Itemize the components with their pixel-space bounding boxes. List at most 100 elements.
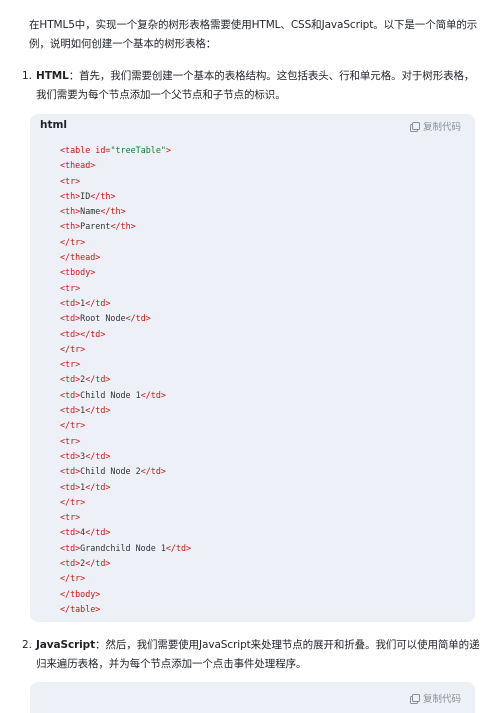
code-tag: <td> — [60, 374, 81, 385]
code-line: <td>1</td> — [60, 403, 191, 418]
code-tag: </tr> — [60, 420, 86, 431]
step-title: HTML — [36, 70, 69, 82]
code-tag: <td> — [60, 328, 81, 339]
code-tag: </td> — [140, 466, 166, 477]
step-number: 1. — [22, 70, 32, 82]
code-line: <td>Child Node 1</td> — [60, 388, 191, 403]
step-number: 2. — [22, 639, 32, 651]
code-tag: </tbody> — [60, 588, 101, 599]
code-text: ID — [80, 190, 91, 201]
code-attr: id= — [90, 145, 111, 155]
code-tag: </td> — [85, 558, 111, 569]
code-tag: </th> — [110, 221, 136, 232]
copy-icon — [409, 121, 420, 132]
code-tag: </td> — [85, 481, 111, 492]
page: 在HTML5中，实现一个复杂的树形表格需要使用HTML、CSS和JavaScri… — [0, 0, 504, 713]
code-tag: <tr> — [60, 175, 81, 186]
code-tag: </td> — [85, 297, 111, 308]
code-line: </tr> — [60, 571, 191, 586]
code-tag: <td> — [60, 405, 81, 416]
code-tag: </td> — [80, 328, 106, 339]
code-tag: </td> — [165, 542, 192, 553]
code-tag: </td> — [125, 313, 151, 324]
code-tag: </td> — [85, 374, 111, 385]
code-line: <td>Root Node</td> — [60, 311, 191, 326]
copy-code-label: 复制代码 — [422, 694, 461, 705]
code-tag: </th> — [90, 190, 116, 201]
code-tag: <th> — [60, 221, 81, 232]
code-tag: <td> — [60, 389, 81, 400]
code-line: </tr> — [60, 235, 191, 250]
code-line: </table> — [60, 602, 191, 617]
code-tag: </tr> — [60, 236, 86, 247]
code-tag: <td> — [60, 313, 81, 324]
code-line: <table id="treeTable"> — [60, 143, 191, 158]
code-line: <td>2</td> — [60, 556, 191, 571]
code-tag: <tbody> — [60, 267, 96, 278]
code-line: </tr> — [60, 418, 191, 433]
code-line: <thead> — [60, 158, 191, 173]
step-title: JavaScript — [36, 639, 96, 651]
code-tag: </th> — [100, 206, 126, 217]
code-line: <th>Parent</th> — [60, 219, 191, 234]
code-tag: <th> — [60, 206, 81, 217]
code-language-label: html — [40, 119, 68, 131]
code-line: <td></td> — [60, 327, 191, 342]
step-2: 2. JavaScript：然后，我们需要使用JavaScript来处理节点的展… — [22, 636, 481, 674]
code-block-html: html 复制代码 <table id="treeTable"> <thead> <… — [30, 114, 475, 622]
code-tag: </tr> — [60, 496, 86, 507]
code-text: Grandchild Node 1 — [80, 542, 166, 553]
code-block-js: 复制代码 — [30, 682, 475, 713]
code-tag: > — [165, 145, 171, 155]
code-line: <td>1</td> — [60, 296, 191, 311]
code-line: <td>Grandchild Node 1</td> — [60, 541, 191, 556]
code-line: <tr> — [60, 357, 191, 372]
copy-code-button[interactable]: 复制代码 — [409, 691, 461, 705]
code-tag: <td> — [60, 297, 81, 308]
code-tag: </tr> — [60, 573, 86, 584]
code-line: <td>3</td> — [60, 449, 191, 464]
copy-code-button[interactable]: 复制代码 — [409, 119, 461, 133]
code-line: <tr> — [60, 281, 191, 296]
code-tag: <thead> — [60, 160, 96, 171]
step-text: ：首先，我们需要创建一个基本的表格结构。这包括表头、行和单元格。对于树形表格，我… — [36, 70, 475, 101]
code-tag: </tr> — [60, 343, 86, 354]
code-tag: <td> — [60, 481, 81, 492]
code-line: <th>Name</th> — [60, 204, 191, 219]
code-tag: <th> — [60, 190, 81, 201]
code-text: Child Node 2 — [80, 466, 141, 477]
copy-code-label: 复制代码 — [422, 122, 461, 133]
code-tag: <tr> — [60, 282, 81, 293]
code-tag: </td> — [85, 527, 111, 538]
code-tag: </thead> — [60, 252, 101, 263]
code-tag: <td> — [60, 527, 81, 538]
code-header: 复制代码 — [30, 682, 475, 706]
code-tag: <tr> — [60, 359, 81, 370]
code-line: <td>1</td> — [60, 480, 191, 495]
intro-paragraph: 在HTML5中，实现一个复杂的树形表格需要使用HTML、CSS和JavaScri… — [29, 19, 478, 50]
code-string: "treeTable" — [110, 145, 166, 155]
code-tag: </td> — [140, 389, 166, 400]
code-line: <td>4</td> — [60, 525, 191, 540]
code-tag: <table — [60, 145, 91, 155]
code-tag: </td> — [85, 450, 111, 461]
code-tag: <td> — [60, 450, 81, 461]
code-tag: <td> — [60, 466, 81, 477]
code-text: Name — [80, 206, 101, 217]
code-tag: </td> — [85, 405, 111, 416]
code-line: </tr> — [60, 495, 191, 510]
step-text: ：然后，我们需要使用JavaScript来处理节点的展开和折叠。我们可以使用简单… — [36, 639, 480, 670]
code-line: </tbody> — [60, 587, 191, 602]
step-1: 1. HTML：首先，我们需要创建一个基本的表格结构。这包括表头、行和单元格。对… — [22, 67, 481, 105]
code-tag: <tr> — [60, 435, 81, 446]
code-text: Root Node — [80, 313, 126, 324]
code-line: <td>2</td> — [60, 372, 191, 387]
code-tag: <td> — [60, 542, 81, 553]
code-content: <table id="treeTable"> <thead> <tr> <th>ID<… — [60, 143, 191, 617]
copy-icon — [409, 693, 420, 704]
code-line: <td>Child Node 2</td> — [60, 464, 191, 479]
code-line: </tr> — [60, 342, 191, 357]
code-line: <tr> — [60, 434, 191, 449]
code-text: Child Node 1 — [80, 389, 141, 400]
code-header: html 复制代码 — [30, 114, 475, 138]
